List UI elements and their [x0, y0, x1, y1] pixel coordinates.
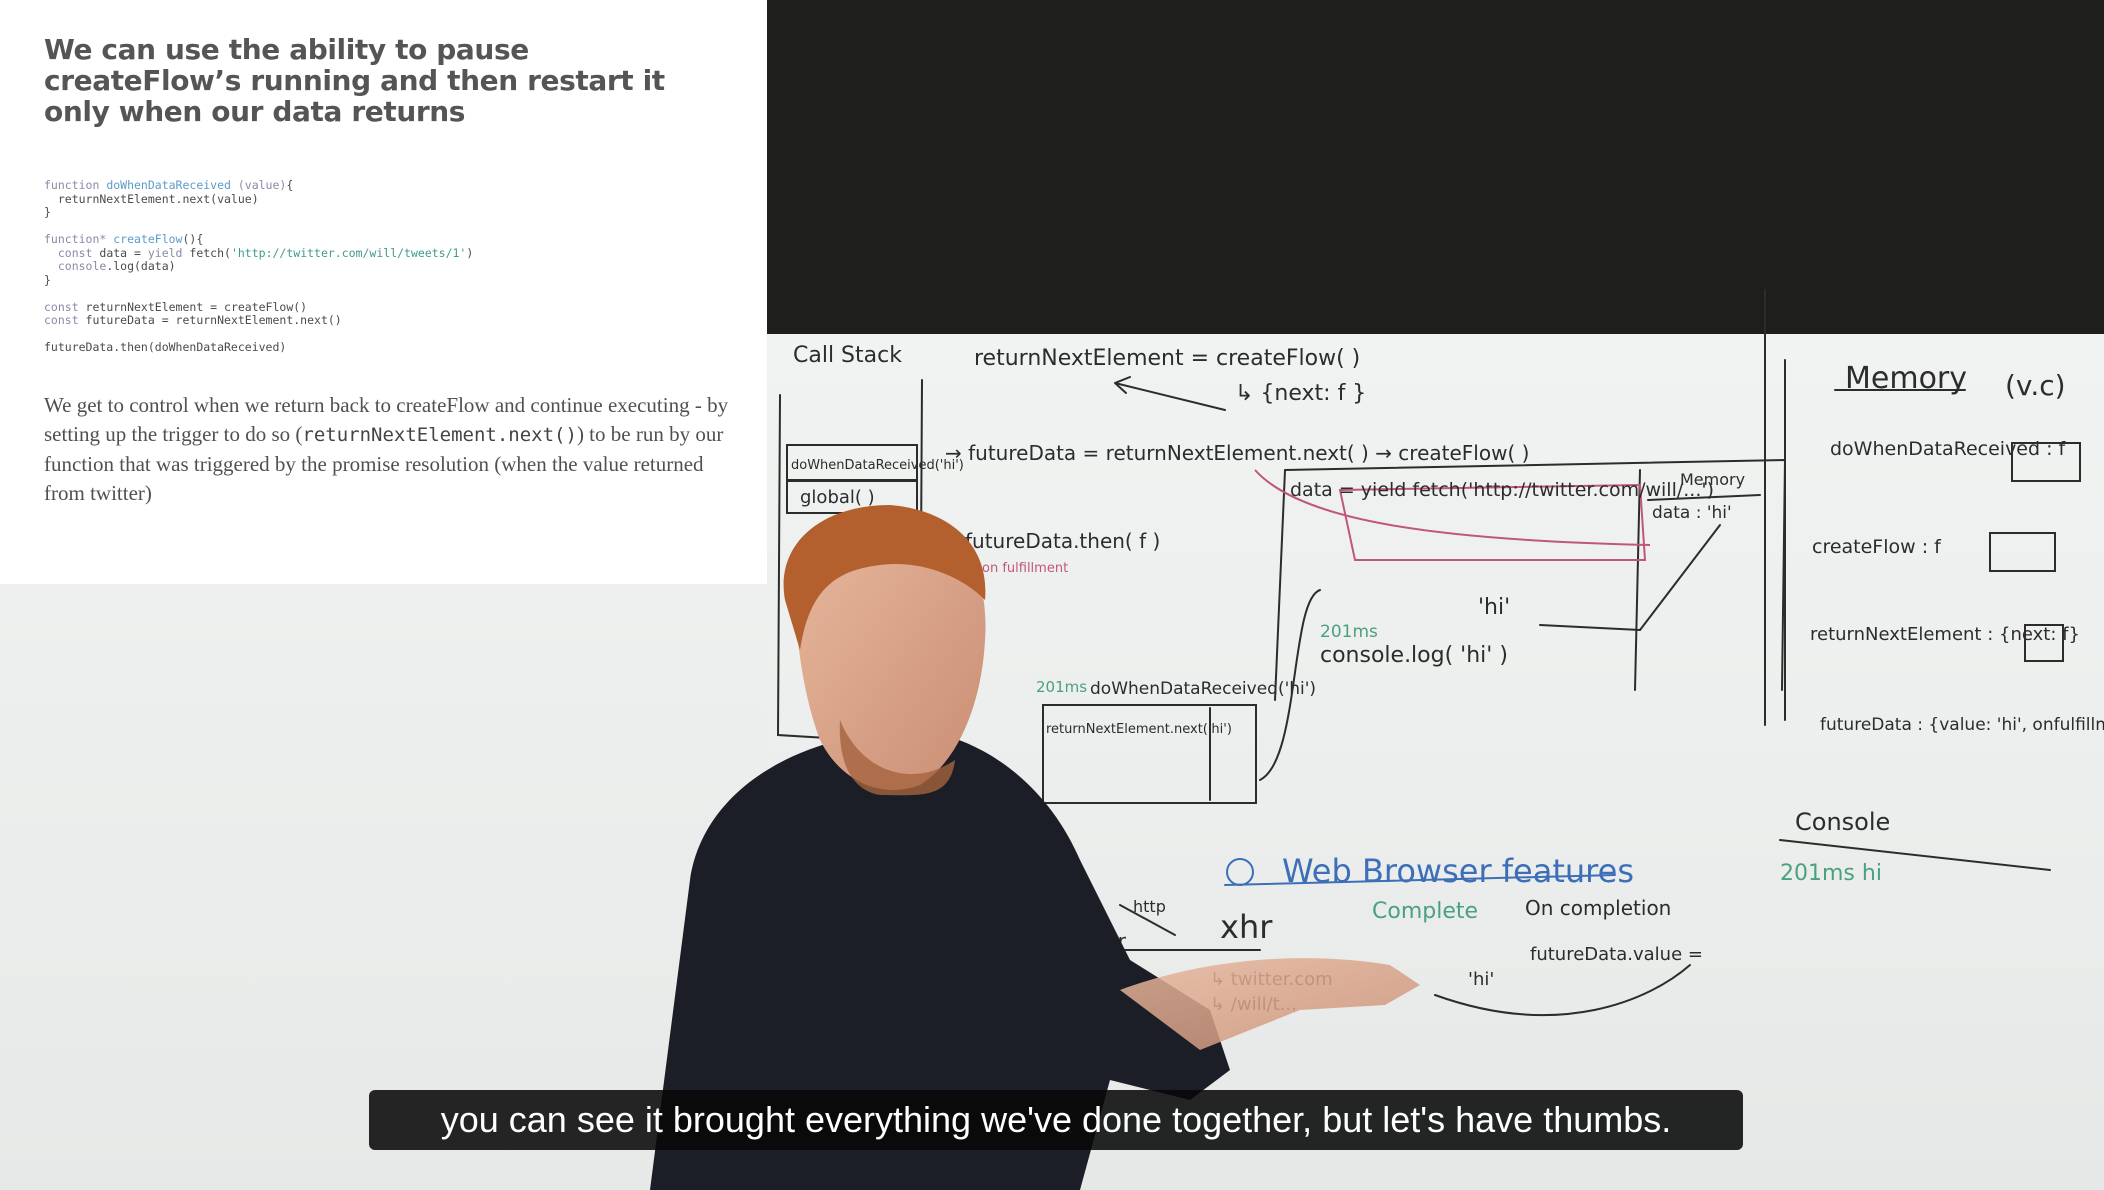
- local-data: data : 'hi': [1652, 503, 1732, 523]
- web-browser-label: Web Browser features: [1282, 852, 1634, 890]
- code-line: const data = yield fetch('http://twitter…: [44, 245, 723, 261]
- code-line: const futureData = returnNextElement.nex…: [44, 313, 723, 328]
- mem-futuredata: futureData : {value: 'hi', onfulfillment…: [1820, 715, 2104, 735]
- code-token: createFlow: [113, 232, 183, 246]
- code-line: }: [44, 205, 723, 220]
- code-line: const returnNextElement = createFlow(): [44, 299, 723, 315]
- code-token: }: [44, 205, 51, 219]
- code-token: console: [44, 259, 107, 273]
- http-label: http: [1133, 897, 1166, 916]
- xhr-label: xhr: [1220, 908, 1273, 946]
- code-token: 'http://twitter.com/will/tweets/1': [230, 245, 467, 260]
- code-token: yield: [147, 245, 190, 260]
- rne-next-call: returnNextElement.next('hi'): [1046, 722, 1232, 737]
- code-token: (value): [230, 178, 287, 192]
- hi-label-2: 'hi': [1468, 969, 1494, 990]
- memory-sub: (v.c): [2005, 369, 2066, 402]
- code-token: function: [44, 178, 107, 192]
- code-token: .log(data): [106, 259, 176, 273]
- memory-f-box-2: [1989, 532, 2056, 572]
- code-line: function* createFlow(){: [44, 232, 723, 247]
- code-line: futureData.then(doWhenDataReceived): [44, 340, 723, 355]
- code-token: doWhenDataReceived: [106, 178, 231, 192]
- local-memory-divider: [1634, 469, 1641, 691]
- console-title: Console: [1795, 808, 1890, 836]
- mem-dwdr: doWhenDataReceived : f: [1830, 438, 2067, 460]
- futuredata-line: → futureData = returnNextElement.next( )…: [945, 441, 1529, 465]
- rne-line: returnNextElement = createFlow( ): [974, 346, 1360, 371]
- slide-body-code: returnNextElement.next(): [302, 423, 577, 446]
- slide-code-block: function doWhenDataReceived (value){ ret…: [44, 178, 723, 355]
- mem-createflow: createFlow : f: [1812, 536, 1942, 558]
- memory-title: Memory: [1845, 361, 1967, 396]
- cs-frame-2: global( ): [800, 487, 875, 508]
- exec-box-dwdr: [1042, 704, 1257, 804]
- code-token: returnNextElement = createFlow(): [85, 299, 308, 314]
- slide-body-text: We get to control when we return back to…: [44, 391, 734, 508]
- code-token: {: [286, 178, 294, 192]
- web-browser-icon: [1226, 858, 1254, 886]
- cs-frame-1: doWhenDataReceived('hi'): [791, 458, 964, 473]
- code-token: fetch(: [189, 245, 231, 260]
- twitter-label: twitter: [1060, 929, 1127, 953]
- code-line: console.log(data): [44, 259, 723, 274]
- code-token: const: [44, 299, 86, 314]
- on-fulfillment-label: on fulfillment: [982, 561, 1068, 576]
- then-line: futureData.then( f ): [965, 529, 1160, 553]
- console-output: 201ms hi: [1780, 861, 1882, 886]
- code-token: ): [466, 245, 474, 260]
- code-token: const: [44, 245, 100, 260]
- code-line: returnNextElement.next(value): [44, 191, 723, 207]
- console-log-line: console.log( 'hi' ): [1320, 643, 1508, 668]
- code-token: (){: [182, 232, 204, 246]
- code-line: }: [44, 272, 723, 288]
- code-token: returnNextElement.next(value): [44, 191, 259, 206]
- fd-value: futureData.value =: [1530, 944, 1703, 965]
- twitter-url: ↳ twitter.com: [1210, 969, 1333, 990]
- on-completion: On completion: [1525, 896, 1671, 920]
- path-label: ↳ /will/t...: [1210, 994, 1297, 1015]
- slide-title: We can use the ability to pause createFl…: [44, 33, 665, 128]
- code-token: const: [44, 313, 86, 327]
- code-token: data =: [99, 245, 148, 260]
- subtitle-caption: you can see it brought everything we've …: [369, 1090, 1743, 1150]
- next-object: ↳ {next: f }: [1235, 381, 1366, 406]
- hi-label: 'hi': [1478, 595, 1510, 620]
- complete-label: Complete: [1372, 899, 1478, 924]
- code-token: function*: [44, 232, 114, 246]
- code-token: futureData.then(doWhenDataReceived): [44, 340, 287, 354]
- call-stack-bracket: [776, 394, 861, 741]
- dwdr-call: doWhenDataReceived('hi'): [1090, 679, 1316, 699]
- time-label-1: 201ms: [1320, 622, 1378, 642]
- call-stack-title: Call Stack: [793, 343, 902, 368]
- mem-rne: returnNextElement : {next: f}: [1810, 624, 2080, 645]
- code-token: futureData = returnNextElement.next(): [85, 313, 342, 327]
- code-line: function doWhenDataReceived (value){: [44, 178, 723, 193]
- video-frame[interactable]: Call Stack returnNextElement = createFlo…: [0, 0, 2104, 1190]
- slide-panel: We can use the ability to pause createFl…: [0, 0, 767, 584]
- local-memory-title: Memory: [1680, 470, 1745, 489]
- data-yield-line: data = yield fetch('http://twitter.com/w…: [1290, 479, 1714, 501]
- code-token: }: [44, 272, 51, 287]
- call-stack-right-edge: [919, 379, 923, 731]
- time-label-2: 201ms: [1036, 678, 1087, 696]
